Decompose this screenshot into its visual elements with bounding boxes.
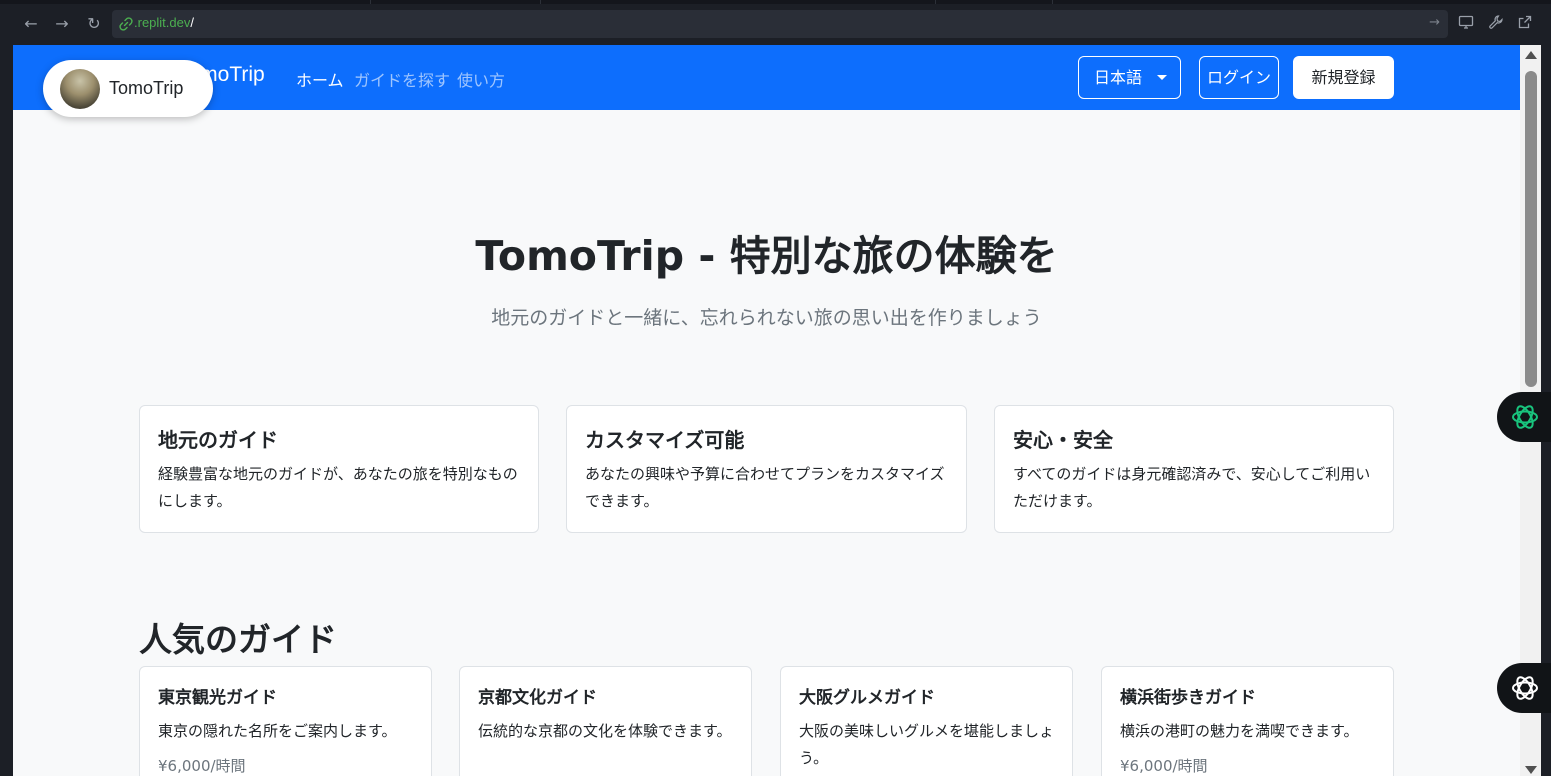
feature-title: 地元のガイド bbox=[158, 428, 278, 452]
overlay-badge-label: TomoTrip bbox=[109, 78, 184, 98]
guide-card-tokyo[interactable]: 東京観光ガイド 東京の隠れた名所をご案内します。 ¥6,000/時間 bbox=[139, 666, 432, 776]
guide-price: ¥6,000/時間 bbox=[158, 757, 246, 775]
caret-down-icon bbox=[1157, 75, 1167, 80]
scroll-down-arrow-icon[interactable] bbox=[1525, 766, 1537, 774]
feature-card-local-guides: 地元のガイド 経験豊富な地元のガイドが、あなたの旅を特別なものにします。 bbox=[139, 405, 539, 533]
ai-assistant-button[interactable] bbox=[1497, 392, 1551, 442]
popular-guides-heading: 人気のガイド bbox=[139, 620, 337, 659]
wrench-icon[interactable] bbox=[1488, 14, 1504, 30]
feature-title: カスタマイズ可能 bbox=[585, 428, 745, 452]
guide-description: 横浜の港町の魅力を満喫できます。 bbox=[1120, 722, 1359, 740]
openai-logo-icon bbox=[1512, 676, 1538, 700]
address-bar[interactable]: .replit.dev/ → bbox=[112, 10, 1448, 38]
go-arrow-icon[interactable]: → bbox=[1429, 15, 1440, 30]
nav-link-home[interactable]: ホーム bbox=[296, 67, 344, 91]
scrollbar-thumb[interactable] bbox=[1525, 71, 1537, 387]
signup-button[interactable]: 新規登録 bbox=[1293, 56, 1394, 99]
nav-link-how-to[interactable]: 使い方 bbox=[457, 67, 505, 91]
assistant-extension-button[interactable] bbox=[1497, 663, 1551, 713]
guide-title: 東京観光ガイド bbox=[158, 688, 277, 708]
guide-card-kyoto[interactable]: 京都文化ガイド 伝統的な京都の文化を体験できます。 bbox=[459, 666, 752, 776]
guide-card-yokohama[interactable]: 横浜街歩きガイド 横浜の港町の魅力を満喫できます。 ¥6,000/時間 bbox=[1101, 666, 1394, 776]
guide-description: 伝統的な京都の文化を体験できます。 bbox=[478, 722, 732, 740]
guide-description: 大阪の美味しいグルメを堪能しましょう。 bbox=[799, 722, 1055, 767]
feature-card-customizable: カスタマイズ可能 あなたの興味や予算に合わせてプランをカスタマイズできます。 bbox=[566, 405, 967, 533]
browser-toolbar: ← → ↻ .replit.dev/ → bbox=[0, 4, 1551, 45]
guide-title: 横浜街歩きガイド bbox=[1120, 688, 1256, 708]
scroll-up-arrow-icon[interactable] bbox=[1525, 51, 1537, 59]
reload-icon[interactable]: ↻ bbox=[83, 13, 105, 35]
brand-overlay-badge[interactable]: TomoTrip bbox=[43, 60, 213, 117]
feature-text: 経験豊富な地元のガイドが、あなたの旅を特別なものにします。 bbox=[158, 465, 518, 510]
feature-title: 安心・安全 bbox=[1013, 428, 1113, 452]
monitor-icon[interactable] bbox=[1458, 14, 1474, 30]
url-host: .replit.dev bbox=[134, 15, 191, 30]
window-edge-left bbox=[0, 45, 13, 776]
feature-text: すべてのガイドは身元確認済みで、安心してご利用いただけます。 bbox=[1013, 465, 1371, 510]
hero-subtitle: 地元のガイドと一緒に、忘れられない旅の思い出を作りましょう bbox=[491, 307, 1042, 329]
language-label: 日本語 bbox=[1094, 68, 1143, 87]
url-path: / bbox=[190, 15, 194, 30]
guide-price: ¥6,000/時間 bbox=[1120, 757, 1208, 775]
avatar bbox=[60, 69, 100, 109]
back-icon[interactable]: ← bbox=[20, 13, 42, 35]
openai-logo-icon bbox=[1512, 405, 1538, 429]
nav-link-find-guides[interactable]: ガイドを探す bbox=[354, 67, 450, 91]
hero-title: TomoTrip - 特別な旅の体験を bbox=[475, 232, 1058, 280]
navbar: TomoTrip ホーム ガイドを探す 使い方 日本語 ログイン 新規登録 bbox=[13, 45, 1520, 110]
open-external-icon[interactable] bbox=[1517, 14, 1533, 30]
guide-title: 京都文化ガイド bbox=[478, 688, 597, 708]
feature-card-safety: 安心・安全 すべてのガイドは身元確認済みで、安心してご利用いただけます。 bbox=[994, 405, 1394, 533]
language-dropdown-button[interactable]: 日本語 bbox=[1078, 56, 1181, 99]
link-icon bbox=[119, 17, 133, 31]
guide-title: 大阪グルメガイド bbox=[799, 688, 935, 708]
feature-text: あなたの興味や予算に合わせてプランをカスタマイズできます。 bbox=[585, 465, 945, 510]
forward-icon[interactable]: → bbox=[51, 13, 73, 35]
guide-description: 東京の隠れた名所をご案内します。 bbox=[158, 722, 397, 740]
guide-card-osaka[interactable]: 大阪グルメガイド 大阪の美味しいグルメを堪能しましょう。 bbox=[780, 666, 1073, 776]
login-button[interactable]: ログイン bbox=[1199, 56, 1279, 99]
page-viewport: TomoTrip ホーム ガイドを探す 使い方 日本語 ログイン 新規登録 To… bbox=[13, 45, 1520, 776]
